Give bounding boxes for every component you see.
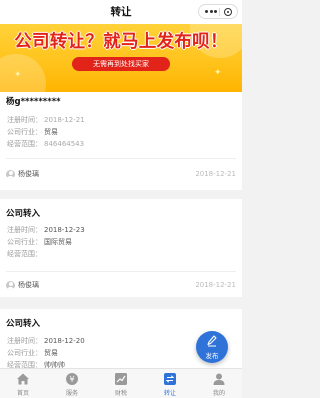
decor-circle [0,54,46,92]
tab-label: 服务 [65,390,78,397]
miniprogram-capsule[interactable] [198,4,238,19]
publish-button[interactable]: 发布 [196,331,228,363]
bottom-tab-bar: 首页 ¥ 服务 财税 转让 我的 [0,368,242,398]
title-bar: 转让 [0,0,242,24]
listing-card[interactable]: 公司转入 注册时间： 2018-12-23 公司行业： 国际贸易 经营范围： 杨俊璃… [0,199,242,297]
tab-mine[interactable]: 我的 [204,372,234,398]
home-icon [17,373,29,385]
post-date: 2018-12-21 [195,281,236,289]
listing-card[interactable]: 杨g********* 注册时间： 2018-12-21 公司行业： 贸易 经营范围… [0,92,242,190]
divider [6,158,236,159]
info-row: 注册时间： 2018-12-20 [7,337,85,345]
info-row: 公司行业： 贸易 [7,349,58,357]
promo-banner[interactable]: ✦ ✦ 公司转让？就马上发布呗！ 无需再到处找买家 [0,24,242,92]
sparkle-icon: ✦ [214,68,222,78]
info-row: 公司行业： 国际贸易 [7,238,72,246]
close-icon[interactable] [224,8,232,16]
pencil-icon [207,335,217,347]
tab-service[interactable]: ¥ 服务 [57,372,87,398]
company-name: 公司转入 [6,209,41,219]
contact-person[interactable]: 杨俊璃 [6,169,39,179]
tab-label: 转让 [163,390,176,397]
contact-person[interactable]: 杨俊璃 [6,280,39,290]
capsule-divider [219,8,220,16]
service-icon: ¥ [66,373,78,385]
tab-home[interactable]: 首页 [8,372,38,398]
divider [6,271,236,272]
banner-subtitle-pill: 无需再到处找买家 [72,57,170,71]
tab-transfer[interactable]: 转让 [155,372,185,398]
info-row: 注册时间： 2018-12-21 [7,116,85,124]
banner-headline: 公司转让？就马上发布呗！ [14,32,228,52]
info-row: 经营范围： [7,250,42,258]
avatar-icon [6,169,15,179]
trend-chart-icon [115,373,127,385]
company-name: 公司转入 [6,319,41,329]
tab-finance[interactable]: 财税 [106,372,136,398]
transfer-icon [164,373,176,385]
info-row: 注册时间： 2018-12-23 [7,226,85,234]
tab-label: 我的 [212,390,225,397]
info-row: 公司行业： 贸易 [7,128,58,136]
svg-text:¥: ¥ [69,375,74,384]
post-date: 2018-12-21 [195,170,236,178]
info-row: 经营范围： 846464543 [7,140,85,148]
tab-label: 财税 [114,390,127,397]
more-icon[interactable] [205,10,217,13]
avatar-icon [6,280,15,290]
sparkle-icon: ✦ [14,70,22,80]
tab-label: 首页 [16,390,29,397]
company-name: 杨g********* [6,97,61,107]
publish-label: 发布 [205,352,219,360]
user-icon [213,373,225,385]
